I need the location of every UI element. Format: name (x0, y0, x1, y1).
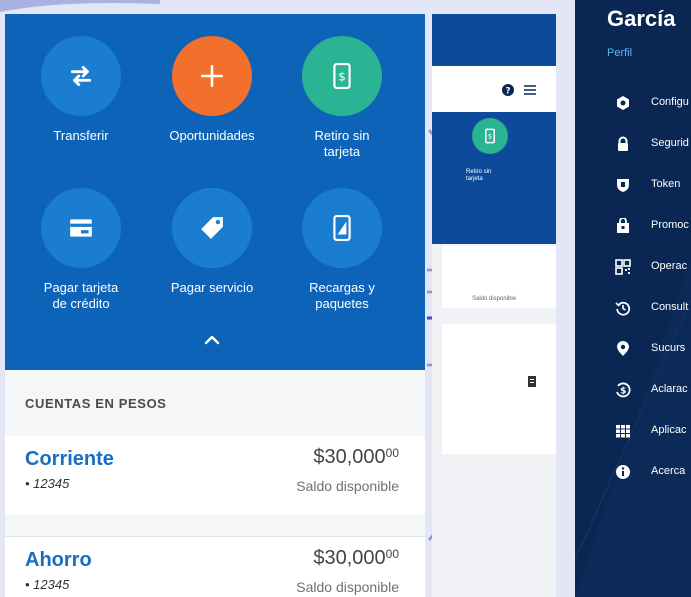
phone-secondary-screen: ? $ Retiro sin tarjeta Saldo disponible (432, 14, 556, 597)
menu-item-sucursales[interactable]: Sucurs (575, 333, 691, 365)
operations-panel: Transferir Oportunidades $ Retiro sin ta… (5, 14, 425, 370)
apps-grid-icon (616, 425, 630, 438)
menu-item-aclaraciones[interactable]: $ Aclarac (575, 374, 691, 406)
phone-main-screen: Transferir Oportunidades $ Retiro sin ta… (5, 14, 425, 597)
menu-user-name: García (607, 6, 676, 31)
balance-label: Saldo disponible (296, 478, 399, 494)
menu-item-promociones[interactable]: Promoc (575, 210, 691, 242)
account-name: Corriente (25, 448, 114, 470)
mid-toolbar: ? (432, 66, 556, 112)
svg-text:$: $ (338, 69, 346, 83)
op-oportunidades[interactable]: Oportunidades (146, 36, 278, 144)
menu-item-label: Promoc (651, 219, 689, 231)
account-number: • 12345 (25, 476, 70, 491)
menu-item-label: Segurid (651, 137, 689, 149)
mid-retiro-label: Retiro sin tarjeta (466, 169, 492, 182)
op-circle (172, 36, 252, 116)
menu-item-label: Token (651, 178, 681, 190)
op-label: Retiro sin tarjeta (314, 128, 370, 159)
help-icon[interactable]: ? (502, 84, 514, 96)
op-pagar-servicio[interactable]: Pagar servicio (146, 188, 278, 296)
account-number: • 12345 (25, 577, 70, 592)
op-recargas[interactable]: Recargas y paquetes (276, 188, 408, 312)
op-label: Pagar tarjeta de crédito (43, 280, 119, 311)
mid-content-card (442, 324, 556, 454)
svg-text:$: $ (488, 132, 492, 140)
mid-card-text: Saldo disponible (472, 296, 517, 302)
menu-item-operaciones[interactable]: Operac (575, 251, 691, 283)
menu-item-aplicaciones[interactable]: Aplicac (575, 415, 691, 447)
dollar-refresh-icon: $ (616, 382, 631, 398)
menu-item-label: Sucurs (651, 342, 686, 354)
phone-menu-screen: García Perfil Configu Segurid Token Prom… (575, 0, 691, 597)
account-name: Ahorro (25, 549, 92, 571)
op-pagar-tarjeta[interactable]: Pagar tarjeta de crédito (15, 188, 147, 312)
shield-icon (617, 179, 629, 192)
op-circle (172, 188, 252, 268)
section-title: CUENTAS EN PESOS (25, 396, 167, 411)
tag-icon (201, 217, 223, 239)
svg-text:?: ? (505, 87, 510, 97)
gift-icon (617, 218, 629, 233)
op-label: Oportunidades (169, 128, 255, 143)
menu-item-token[interactable]: Token (575, 169, 691, 201)
account-row-corriente[interactable]: Corriente • 12345 $30,00000 Saldo dispon… (5, 436, 425, 514)
account-balance: $30,00000 (313, 446, 399, 468)
account-row-ahorro[interactable]: Ahorro • 12345 $30,00000 Saldo disponibl… (5, 536, 425, 597)
transfer-arrows-icon (70, 65, 92, 87)
menu-item-label: Aclarac (651, 383, 688, 395)
mid-retiro-button[interactable]: $ (472, 118, 508, 154)
plus-icon (200, 64, 224, 88)
account-balance: $30,00000 (313, 547, 399, 569)
op-circle (41, 188, 121, 268)
menu-item-label: Configu (651, 96, 689, 108)
credit-card-icon (70, 219, 92, 237)
chevron-up-icon[interactable] (202, 332, 222, 348)
mobile-recharge-icon (333, 215, 351, 241)
history-icon (615, 301, 631, 316)
document-icon[interactable] (528, 376, 538, 388)
op-transferir[interactable]: Transferir (15, 36, 147, 144)
cash-phone-icon: $ (333, 63, 351, 89)
profile-link[interactable]: Perfil (607, 47, 632, 59)
op-label: Transferir (53, 128, 109, 143)
menu-item-label: Aplicac (651, 424, 687, 436)
op-retiro-sin-tarjeta[interactable]: $ Retiro sin tarjeta (276, 36, 408, 160)
menu-item-configuracion[interactable]: Configu (575, 87, 691, 119)
op-circle (302, 188, 382, 268)
menu-item-label: Acerca (651, 465, 686, 477)
menu-item-seguridad[interactable]: Segurid (575, 128, 691, 160)
balance-label: Saldo disponible (296, 579, 399, 595)
lock-icon (618, 136, 628, 151)
svg-text:$: $ (620, 387, 626, 397)
qr-code-icon (615, 259, 631, 275)
menu-item-label: Consult (651, 301, 689, 313)
menu-item-acerca-de[interactable]: Acerca (575, 456, 691, 488)
accounts-section: CUENTAS EN PESOS Corriente • 12345 $30,0… (5, 370, 425, 597)
op-circle (41, 36, 121, 116)
op-label: Pagar servicio (170, 280, 254, 295)
op-label: Recargas y paquetes (309, 280, 375, 311)
gear-icon (617, 96, 629, 110)
op-circle: $ (302, 36, 382, 116)
hamburger-menu-icon[interactable] (524, 85, 536, 95)
cash-phone-icon: $ (485, 128, 495, 144)
info-icon (616, 465, 630, 479)
screenshot-stage: Transferir Oportunidades $ Retiro sin ta… (0, 0, 691, 597)
menu-item-label: Operac (651, 260, 688, 272)
menu-item-consultas[interactable]: Consult (575, 292, 691, 324)
location-pin-icon (617, 341, 629, 356)
